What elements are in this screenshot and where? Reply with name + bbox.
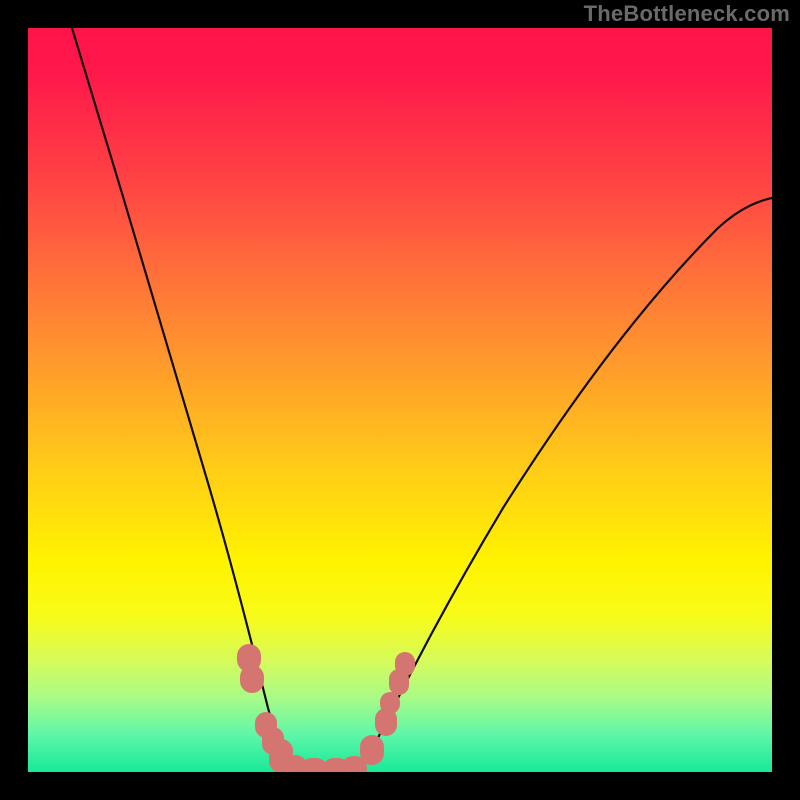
curve-marker-13 bbox=[395, 652, 415, 676]
plot-area bbox=[28, 28, 772, 772]
curve-marker-11 bbox=[380, 692, 400, 714]
curve-marker-9 bbox=[360, 735, 384, 765]
right-branch-line bbox=[360, 198, 772, 772]
chart-stage: TheBottleneck.com bbox=[0, 0, 800, 800]
watermark-text: TheBottleneck.com bbox=[584, 1, 790, 27]
curve-marker-1 bbox=[240, 665, 264, 693]
